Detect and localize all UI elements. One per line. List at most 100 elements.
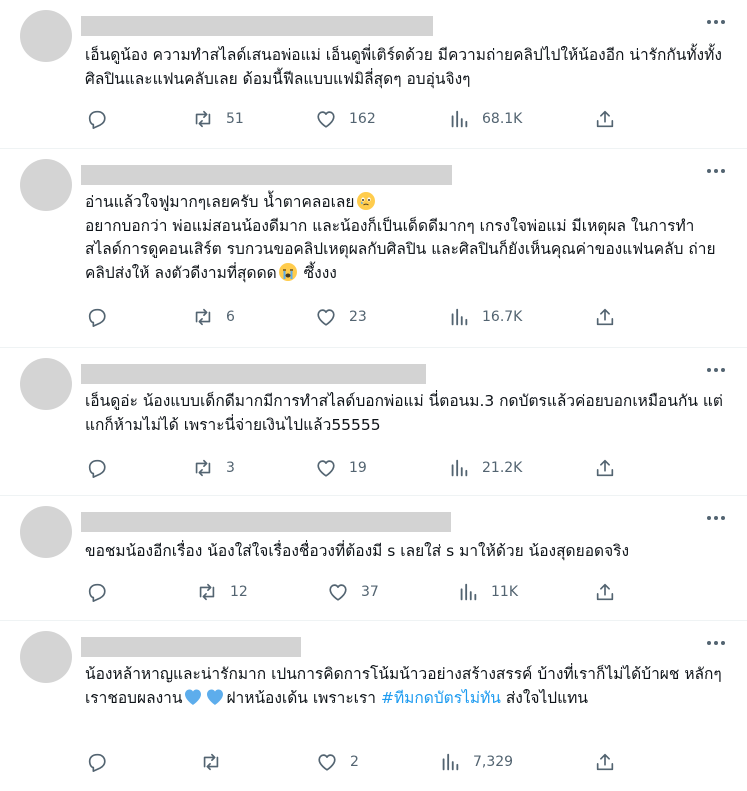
redacted-username[interactable] (81, 165, 452, 185)
retweet-icon (195, 308, 211, 326)
reply-text: เอ็นดูอ่ะ น้องแบบเด็กดีมากมีการทำสไลด์บอ… (85, 392, 723, 434)
views-button[interactable]: 68.1K (448, 107, 522, 131)
reply-text-line1: อ่านแล้วใจฟูมากๆเลยครับ น้ำตาคลอเลย (85, 193, 355, 211)
more-icon (707, 368, 725, 372)
reply-card[interactable]: เอ็นดูน้อง ความทำสไลด์เสนอพ่อแม่ เอ็นดูพ… (0, 0, 747, 149)
more-options-button[interactable] (703, 508, 729, 528)
retweet-count: 12 (230, 584, 248, 600)
action-bar: 6 23 16.7K (0, 305, 747, 329)
analytics-icon (442, 753, 459, 771)
reply-text: น้องหล้าหาญและน่ารักมาก เปนการคิดการโน้ม… (85, 663, 723, 710)
redacted-username[interactable] (81, 364, 426, 384)
like-button[interactable]: 23 (315, 305, 367, 329)
retweet-button[interactable]: 3 (192, 456, 235, 480)
reply-card[interactable]: ขอชมน้องอีกเรื่อง น้องใส่ใจเรื่องชื่อวงท… (0, 496, 747, 621)
retweet-button[interactable]: 51 (192, 107, 244, 131)
blue-heart-emoji (207, 689, 224, 705)
share-icon (596, 308, 614, 326)
reply-text: ขอชมน้องอีกเรื่อง น้องใส่ใจเรื่องชื่อวงท… (85, 542, 630, 560)
like-button[interactable]: 19 (315, 456, 367, 480)
redacted-username[interactable] (81, 16, 433, 36)
analytics-icon (460, 583, 477, 601)
like-count: 162 (349, 111, 376, 127)
share-button[interactable] (594, 107, 616, 131)
reply-text: อ่านแล้วใจฟูมากๆเลยครับ น้ำตาคลอเลย อยาก… (85, 191, 723, 285)
more-icon (707, 20, 725, 24)
reply-text: เอ็นดูน้อง ความทำสไลด์เสนอพ่อแม่ เอ็นดูพ… (85, 46, 722, 88)
share-button[interactable] (594, 580, 616, 604)
reply-button[interactable] (86, 107, 120, 131)
like-button[interactable]: 162 (315, 107, 376, 131)
reply-text-after: ส่งใจไปแทน (500, 688, 588, 707)
action-bar: 51 162 68.1K (0, 107, 747, 131)
like-count: 2 (350, 754, 359, 770)
more-options-button[interactable] (703, 12, 729, 32)
avatar[interactable] (20, 506, 72, 558)
hashtag-link[interactable]: #ทีมกดบัตรไม่ทัน (381, 689, 501, 707)
view-count: 21.2K (482, 460, 523, 476)
loudly-crying-face-emoji (278, 262, 297, 281)
reply-text-tail: ซึ้งงง (298, 263, 337, 282)
more-options-button[interactable] (703, 633, 729, 653)
retweet-button[interactable]: 12 (196, 580, 248, 604)
avatar[interactable] (20, 159, 72, 211)
reply-icon (88, 110, 106, 129)
reply-button[interactable] (86, 580, 120, 604)
more-options-button[interactable] (703, 360, 729, 380)
retweet-icon (203, 753, 219, 771)
reply-card[interactable]: น้องหล้าหาญและน่ารักมาก เปนการคิดการโน้ม… (0, 621, 747, 791)
retweet-icon (199, 583, 215, 601)
share-button[interactable] (594, 750, 616, 774)
action-bar: 3 19 21.2K (0, 456, 747, 480)
more-icon (707, 169, 725, 173)
avatar[interactable] (20, 358, 72, 410)
retweet-button[interactable]: 6 (192, 305, 235, 329)
views-button[interactable]: 11K (457, 580, 518, 604)
view-count: 16.7K (482, 309, 523, 325)
like-count: 37 (361, 584, 379, 600)
reply-button[interactable] (86, 750, 120, 774)
analytics-icon (451, 459, 468, 477)
share-button[interactable] (594, 456, 616, 480)
share-icon (596, 110, 614, 128)
retweet-icon (195, 459, 211, 477)
like-button[interactable]: 37 (327, 580, 379, 604)
reply-card[interactable]: อ่านแล้วใจฟูมากๆเลยครับ น้ำตาคลอเลย อยาก… (0, 149, 747, 348)
views-button[interactable]: 7,329 (439, 750, 513, 774)
retweet-count: 6 (226, 309, 235, 325)
redacted-username[interactable] (81, 512, 451, 532)
heart-icon (329, 584, 347, 601)
views-button[interactable]: 21.2K (448, 456, 522, 480)
more-icon (707, 641, 725, 645)
share-icon (596, 753, 614, 771)
analytics-icon (451, 110, 468, 128)
share-icon (596, 459, 614, 477)
reply-card[interactable]: เอ็นดูอ่ะ น้องแบบเด็กดีมากมีการทำสไลด์บอ… (0, 348, 747, 496)
like-count: 23 (349, 309, 367, 325)
retweet-button[interactable] (200, 750, 234, 774)
reply-text-middle: ฝาหน้องเด้น เพราะเรา (226, 688, 381, 707)
heart-icon (317, 111, 335, 128)
views-button[interactable]: 16.7K (448, 305, 522, 329)
view-count: 7,329 (473, 754, 514, 770)
blue-heart-emoji (185, 689, 202, 705)
heart-icon (317, 309, 335, 326)
heart-icon (317, 460, 335, 477)
more-options-button[interactable] (703, 161, 729, 181)
share-button[interactable] (594, 305, 616, 329)
view-count: 68.1K (482, 111, 523, 127)
reply-button[interactable] (86, 305, 120, 329)
reply-text-body: อยากบอกว่า พ่อแม่สอนน้องดีมาก และน้องก็เ… (85, 216, 716, 282)
replies-feed: เอ็นดูน้อง ความทำสไลด์เสนอพ่อแม่ เอ็นดูพ… (0, 0, 747, 791)
like-count: 19 (349, 460, 367, 476)
reply-icon (88, 583, 106, 602)
like-button[interactable]: 2 (316, 750, 359, 774)
reply-icon (88, 459, 106, 478)
more-icon (707, 516, 725, 520)
avatar[interactable] (20, 10, 72, 62)
retweet-count: 51 (226, 111, 244, 127)
reply-icon (88, 753, 106, 772)
redacted-username[interactable] (81, 637, 301, 657)
reply-button[interactable] (86, 456, 120, 480)
avatar[interactable] (20, 631, 72, 683)
